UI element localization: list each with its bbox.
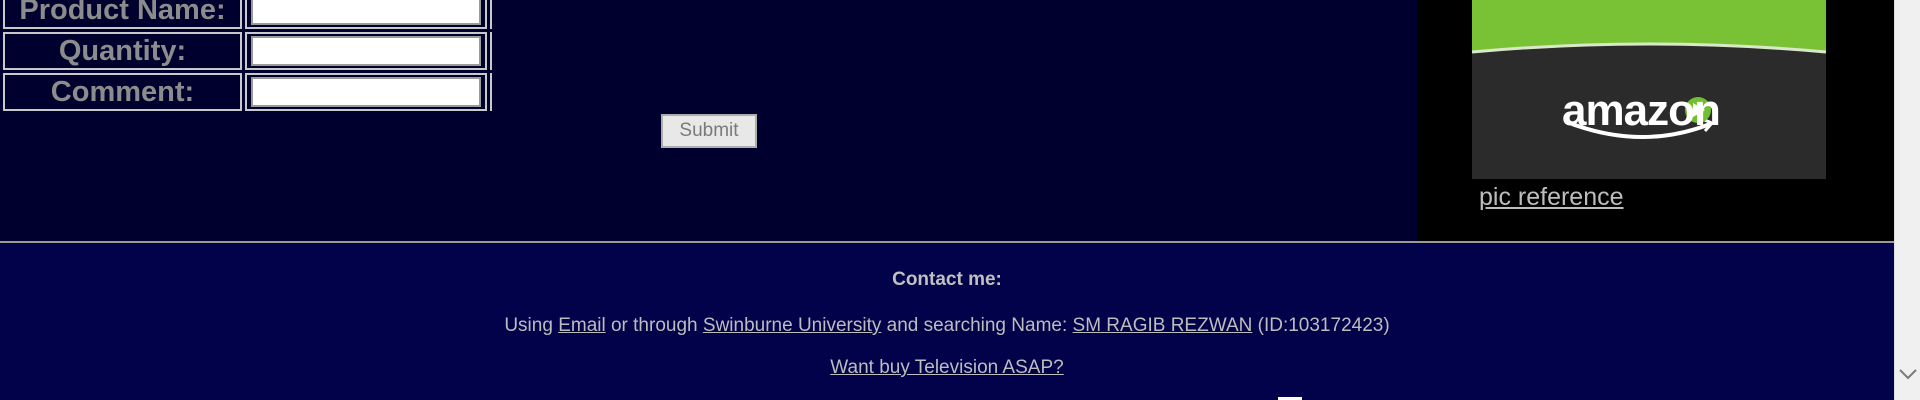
amazon-logo-text: amazon <box>1562 86 1721 135</box>
comment-label: Comment: <box>3 73 242 111</box>
contact-text-using: Using <box>504 315 553 336</box>
form-row-comment: Comment: <box>3 73 492 111</box>
order-form: Product Name: Quantity: Comment: <box>0 0 495 114</box>
contact-text-and-searching: and searching Name: <box>886 315 1068 336</box>
main-content: Product Name: Quantity: Comment: Submit <box>0 0 1418 241</box>
chevron-down-icon[interactable] <box>1895 362 1920 388</box>
quantity-cell <box>245 32 487 70</box>
want-television-link[interactable]: Want buy Television ASAP? <box>830 357 1063 378</box>
form-row-product-name: Product Name: <box>3 0 492 29</box>
footer: Contact me: Using Email or through Swinb… <box>0 243 1894 400</box>
contact-line: Using Email or through Swinburne Univers… <box>0 315 1894 337</box>
name-link[interactable]: SM RAGIB REZWAN <box>1073 315 1253 336</box>
comment-cell <box>245 73 487 111</box>
submit-button[interactable]: Submit <box>661 114 757 148</box>
email-link[interactable]: Email <box>558 315 606 336</box>
vertical-scrollbar[interactable] <box>1894 0 1920 400</box>
want-line: Want buy Television ASAP? <box>0 357 1894 379</box>
contact-text-or-through: or through <box>610 315 698 336</box>
product-name-label: Product Name: <box>3 0 242 29</box>
product-name-input[interactable] <box>251 0 481 25</box>
amazon-logo-image: amazon <box>1472 0 1826 179</box>
comment-input[interactable] <box>251 77 481 107</box>
form-spacer <box>490 73 492 111</box>
contact-title: Contact me: <box>892 269 1002 290</box>
student-id: (ID:103172423) <box>1257 315 1390 336</box>
form-spacer <box>490 0 492 29</box>
form-row-quantity: Quantity: <box>3 32 492 70</box>
product-name-cell <box>245 0 487 29</box>
quantity-input[interactable] <box>251 36 481 66</box>
quantity-label: Quantity: <box>3 32 242 70</box>
university-link[interactable]: Swinburne University <box>703 315 881 336</box>
form-spacer <box>490 32 492 70</box>
pic-reference-link[interactable]: pic reference <box>1479 183 1624 212</box>
